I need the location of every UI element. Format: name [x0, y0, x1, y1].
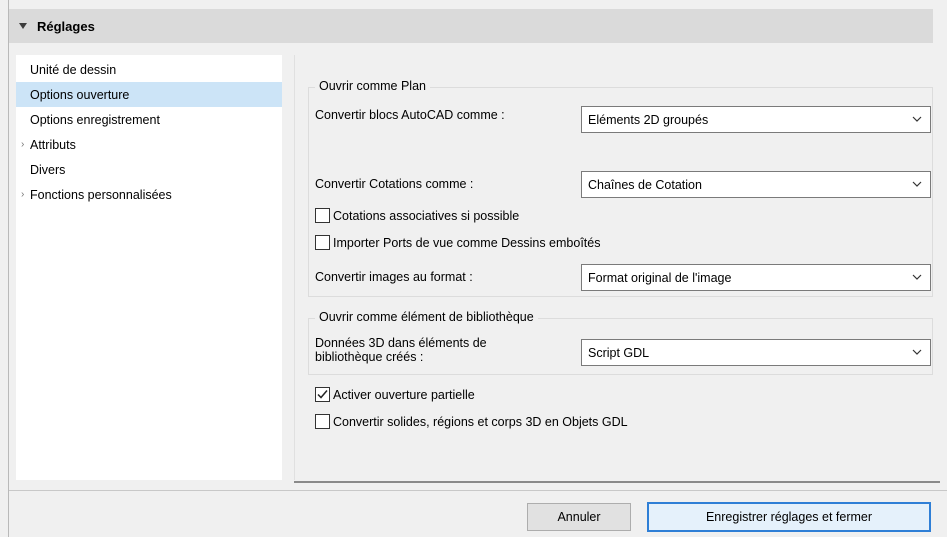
library-group-title: Ouvrir comme élément de bibliothèque — [315, 310, 538, 324]
checkbox-box[interactable] — [315, 208, 330, 223]
data3d-label-line2: bibliothèque créés : — [315, 350, 424, 364]
settings-header[interactable]: Réglages — [9, 9, 933, 43]
autocad-select-value: Eléments 2D groupés — [588, 112, 709, 127]
assoc-checkbox-label: Cotations associatives si possible — [333, 208, 520, 223]
checkbox-box[interactable] — [315, 414, 330, 429]
sidebar-item-fonctions-personnalisees[interactable]: › Fonctions personnalisées — [16, 182, 282, 207]
chevron-down-icon — [912, 274, 922, 280]
header-title: Réglages — [37, 18, 95, 34]
panel-divider — [294, 481, 940, 483]
settings-dialog: Réglages Unité de dessin Options ouvertu… — [8, 0, 947, 537]
chevron-down-icon — [912, 116, 922, 122]
sidebar-item-attributs[interactable]: › Attributs — [16, 132, 282, 157]
images-label: Convertir images au format : — [315, 270, 473, 284]
ports-checkbox-label: Importer Ports de vue comme Dessins embo… — [333, 235, 601, 250]
data3d-label-line1: Données 3D dans éléments de — [315, 336, 487, 350]
data3d-select[interactable]: Script GDL — [581, 339, 931, 366]
save-and-close-button[interactable]: Enregistrer réglages et fermer — [647, 502, 931, 532]
plan-group-title: Ouvrir comme Plan — [315, 79, 430, 93]
convert-gdl-checkbox[interactable]: Convertir solides, régions et corps 3D e… — [315, 414, 628, 429]
images-select-value: Format original de l'image — [588, 270, 732, 285]
ports-checkbox[interactable]: Importer Ports de vue comme Dessins embo… — [315, 235, 600, 250]
partial-open-checkbox[interactable]: Activer ouverture partielle — [315, 387, 475, 402]
assoc-checkbox[interactable]: Cotations associatives si possible — [315, 208, 519, 223]
convert-gdl-label: Convertir solides, régions et corps 3D e… — [333, 414, 628, 429]
collapse-triangle-icon[interactable] — [19, 23, 27, 29]
autocad-select[interactable]: Eléments 2D groupés — [581, 106, 931, 133]
chevron-right-icon[interactable]: › — [21, 139, 24, 150]
sidebar-item-options-ouverture[interactable]: Options ouverture — [16, 82, 282, 107]
data3d-select-value: Script GDL — [588, 345, 650, 360]
checkbox-box[interactable] — [315, 387, 330, 402]
chevron-right-icon[interactable]: › — [21, 189, 24, 200]
sidebar-item-label: Unité de dessin — [30, 62, 117, 77]
checkmark-icon — [317, 390, 328, 399]
cotations-select-value: Chaînes de Cotation — [588, 177, 702, 192]
footer-divider — [9, 490, 947, 491]
sidebar-item-label: Fonctions personnalisées — [30, 187, 172, 202]
sidebar-item-label: Divers — [30, 162, 66, 177]
cotations-label: Convertir Cotations comme : — [315, 177, 474, 191]
options-panel: Ouvrir comme Plan Convertir blocs AutoCA… — [294, 55, 940, 480]
cancel-button[interactable]: Annuler — [527, 503, 631, 531]
sidebar-item-label: Options enregistrement — [30, 112, 160, 127]
sidebar-item-divers[interactable]: Divers — [16, 157, 282, 182]
sidebar: Unité de dessin Options ouverture Option… — [16, 55, 282, 480]
partial-open-label: Activer ouverture partielle — [333, 387, 475, 402]
cotations-select[interactable]: Chaînes de Cotation — [581, 171, 931, 198]
autocad-label: Convertir blocs AutoCAD comme : — [315, 108, 505, 122]
sidebar-item-label: Options ouverture — [30, 87, 130, 102]
chevron-down-icon — [912, 349, 922, 355]
images-select[interactable]: Format original de l'image — [581, 264, 931, 291]
checkbox-box[interactable] — [315, 235, 330, 250]
chevron-down-icon — [912, 181, 922, 187]
sidebar-item-unite-de-dessin[interactable]: Unité de dessin — [16, 57, 282, 82]
sidebar-item-options-enregistrement[interactable]: Options enregistrement — [16, 107, 282, 132]
sidebar-item-label: Attributs — [30, 137, 76, 152]
